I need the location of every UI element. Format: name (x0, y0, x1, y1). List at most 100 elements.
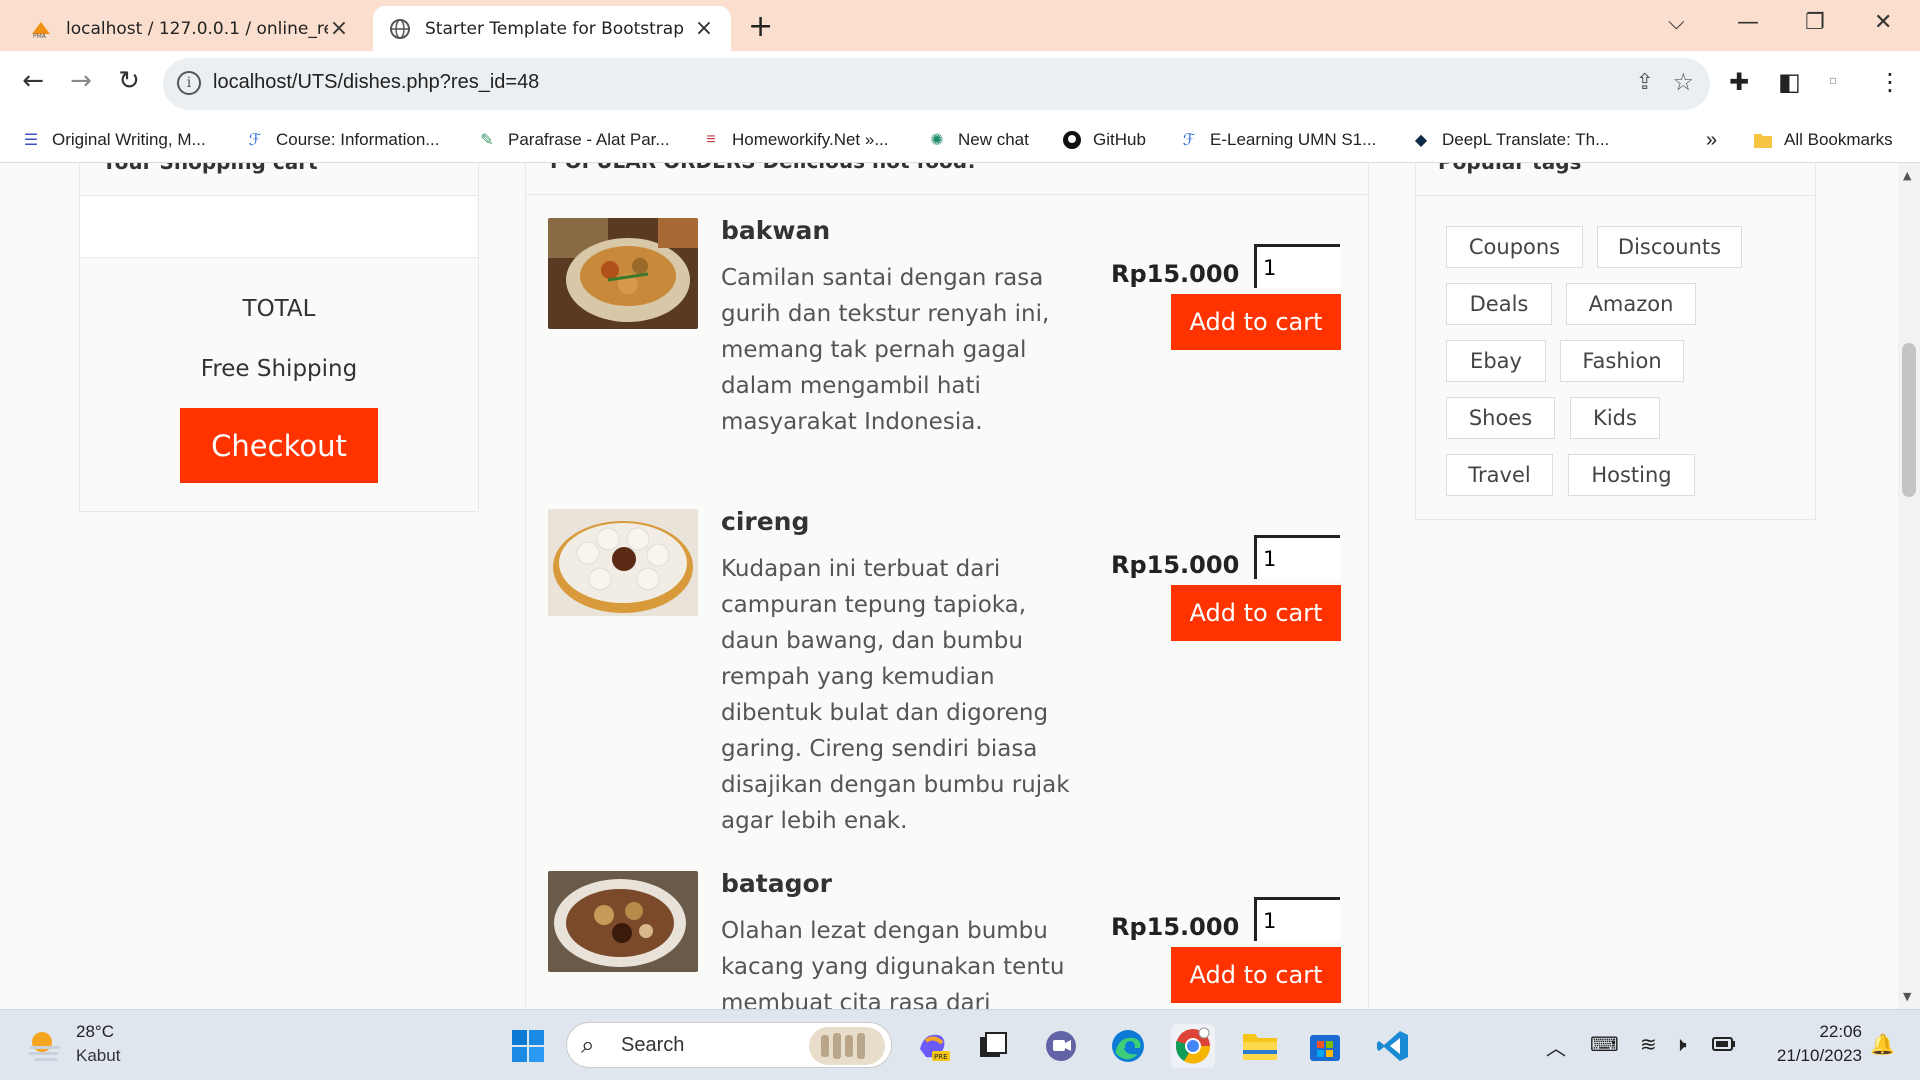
tab-strip: PMA localhost / 127.0.0.1 / online_res ×… (0, 0, 1920, 51)
minimize-icon[interactable]: — (1737, 10, 1759, 35)
vscode-icon[interactable] (1371, 1024, 1415, 1068)
tag-discounts[interactable]: Discounts (1597, 226, 1742, 268)
tag-amazon[interactable]: Amazon (1566, 283, 1696, 325)
side-panel-icon[interactable]: ◧ (1778, 68, 1801, 96)
bookmark-label: GitHub (1093, 130, 1146, 149)
back-arrow-icon[interactable]: ← (15, 66, 51, 96)
add-to-cart-button[interactable]: Add to cart (1171, 585, 1341, 641)
close-icon[interactable]: × (328, 16, 350, 41)
add-to-cart-button[interactable]: Add to cart (1171, 947, 1341, 1003)
weather-fog-icon[interactable] (26, 1028, 64, 1066)
tag-travel[interactable]: Travel (1446, 454, 1553, 496)
bookmark-item[interactable]: ◆ DeepL Translate: Th... (1410, 127, 1609, 153)
share-icon[interactable]: ⇪ (1636, 70, 1654, 95)
wifi-icon[interactable]: ≋ (1640, 1032, 1657, 1056)
volume-muted-icon[interactable]: 🕨 (1674, 1032, 1687, 1056)
bookmark-item[interactable]: ✎ Parafrase - Alat Par... (476, 127, 670, 153)
tag-coupons[interactable]: Coupons (1446, 226, 1583, 268)
paraphrase-icon: ✎ (480, 132, 494, 149)
chrome-browser-icon[interactable] (1171, 1024, 1215, 1068)
dish-price: Rp15.000 (1111, 260, 1240, 288)
microsoft-store-icon[interactable] (1303, 1024, 1347, 1068)
search-icon: ⌕ (581, 1031, 595, 1059)
checkout-button[interactable]: Checkout (180, 408, 378, 483)
scroll-down-arrow-icon[interactable]: ▼ (1903, 990, 1911, 1003)
tag-shoes[interactable]: Shoes (1446, 397, 1555, 439)
bookmark-item[interactable]: ✺ New chat (926, 127, 1029, 153)
taskbar-search-box[interactable]: ⌕ Search (566, 1022, 892, 1068)
extensions-puzzle-icon[interactable]: ✚ (1729, 68, 1749, 96)
dish-description: Olahan lezat dengan bumbu kacang yang di… (721, 918, 1065, 1009)
add-to-cart-button[interactable]: Add to cart (1171, 294, 1341, 350)
cart-items-area (80, 196, 478, 258)
file-explorer-icon[interactable] (1238, 1024, 1282, 1068)
svg-text:PRE: PRE (934, 1053, 948, 1061)
dish-name: bakwan (721, 216, 831, 245)
weather-temperature[interactable]: 28°C (76, 1022, 114, 1042)
site-info-icon[interactable]: i (177, 71, 201, 95)
all-bookmarks-button[interactable]: All Bookmarks (1752, 127, 1893, 153)
forward-arrow-icon[interactable]: → (63, 66, 99, 96)
teams-chat-icon[interactable] (1039, 1024, 1083, 1068)
clock-date[interactable]: 21/10/2023 (1777, 1046, 1862, 1066)
search-placeholder: Search (621, 1034, 685, 1056)
dish-photo-cireng (548, 509, 698, 616)
profile-icon[interactable]: ▫ (1829, 73, 1837, 87)
bookmark-item[interactable]: ℱ E-Learning UMN S1... (1178, 127, 1377, 153)
tag-ebay[interactable]: Ebay (1446, 340, 1546, 382)
scroll-up-arrow-icon[interactable]: ▲ (1903, 169, 1911, 182)
show-hidden-icons-chevron-icon[interactable]: ︿ (1546, 1032, 1566, 1061)
quantity-input[interactable] (1254, 897, 1340, 941)
bookmark-label: New chat (958, 130, 1029, 149)
bookmark-item[interactable]: ℱ Course: Information... (244, 127, 440, 153)
tag-deals[interactable]: Deals (1446, 283, 1552, 325)
notification-bell-icon[interactable]: 🔔 (1870, 1032, 1895, 1056)
copilot-preview-icon[interactable]: PRE (911, 1024, 955, 1068)
bookmark-label: Course: Information... (276, 130, 440, 149)
tab-search-chevron-icon[interactable]: ⌵ (1668, 10, 1685, 35)
document-lines-icon: ☰ (23, 132, 39, 149)
bookmark-label: Original Writing, M... (52, 130, 206, 149)
keyboard-icon[interactable]: ⌨ (1590, 1032, 1619, 1056)
reload-icon[interactable]: ↻ (111, 66, 147, 96)
window-close-icon[interactable]: ✕ (1874, 10, 1892, 35)
address-bar[interactable]: i localhost/UTS/dishes.php?res_id=48 ⇪ ☆ (163, 58, 1710, 110)
tab-starter-template[interactable]: Starter Template for Bootstrap × (373, 6, 731, 51)
dish-price: Rp15.000 (1111, 551, 1240, 579)
menu-kebab-icon[interactable]: ⋮ (1878, 68, 1902, 96)
windows-start-icon[interactable] (506, 1024, 550, 1068)
task-view-icon[interactable] (971, 1024, 1015, 1068)
bookmark-label: E-Learning UMN S1... (1210, 130, 1377, 149)
bookmark-label: DeepL Translate: Th... (1442, 130, 1610, 149)
cart-heading: Your Shopping cart (80, 163, 478, 196)
tag-kids[interactable]: Kids (1570, 397, 1660, 439)
bookmark-item[interactable]: ≡ Homeworkify.Net »... (700, 127, 888, 153)
clock-time[interactable]: 22:06 (1819, 1022, 1862, 1042)
quantity-input[interactable] (1254, 244, 1340, 288)
bookmarks-overflow-button[interactable]: » (1706, 127, 1717, 153)
openai-icon: ✺ (930, 132, 944, 149)
scrollbar-thumb[interactable] (1902, 343, 1916, 497)
restore-icon[interactable]: ❐ (1805, 10, 1825, 35)
edge-browser-icon[interactable] (1106, 1024, 1150, 1068)
url-text[interactable]: localhost/UTS/dishes.php?res_id=48 (213, 71, 539, 94)
bookmark-label: All Bookmarks (1784, 130, 1893, 149)
quantity-input[interactable] (1254, 535, 1340, 579)
bookmark-star-icon[interactable]: ☆ (1672, 68, 1694, 96)
bookmark-label: Parafrase - Alat Par... (508, 130, 670, 149)
tag-hosting[interactable]: Hosting (1568, 454, 1695, 496)
tab-phpmyadmin[interactable]: PMA localhost / 127.0.0.1 / online_res × (14, 6, 366, 51)
dish-photo-bakwan (548, 218, 698, 329)
dish-price: Rp15.000 (1111, 913, 1240, 941)
page-scrollbar[interactable]: ▲ ▼ (1898, 163, 1920, 1009)
tag-fashion[interactable]: Fashion (1560, 340, 1684, 382)
phpmyadmin-icon: PMA (30, 18, 52, 40)
weather-description[interactable]: Kabut (76, 1046, 120, 1066)
bookmark-item[interactable]: ☰ Original Writing, M... (20, 127, 206, 153)
bookmark-item[interactable]: GitHub (1061, 127, 1146, 153)
new-tab-button[interactable]: + (748, 9, 773, 44)
battery-icon[interactable] (1712, 1032, 1736, 1056)
tab-title: Starter Template for Bootstrap (425, 18, 684, 39)
page-viewport: Your Shopping cart TOTAL Free Shipping C… (0, 163, 1898, 1009)
close-icon[interactable]: × (693, 16, 715, 41)
